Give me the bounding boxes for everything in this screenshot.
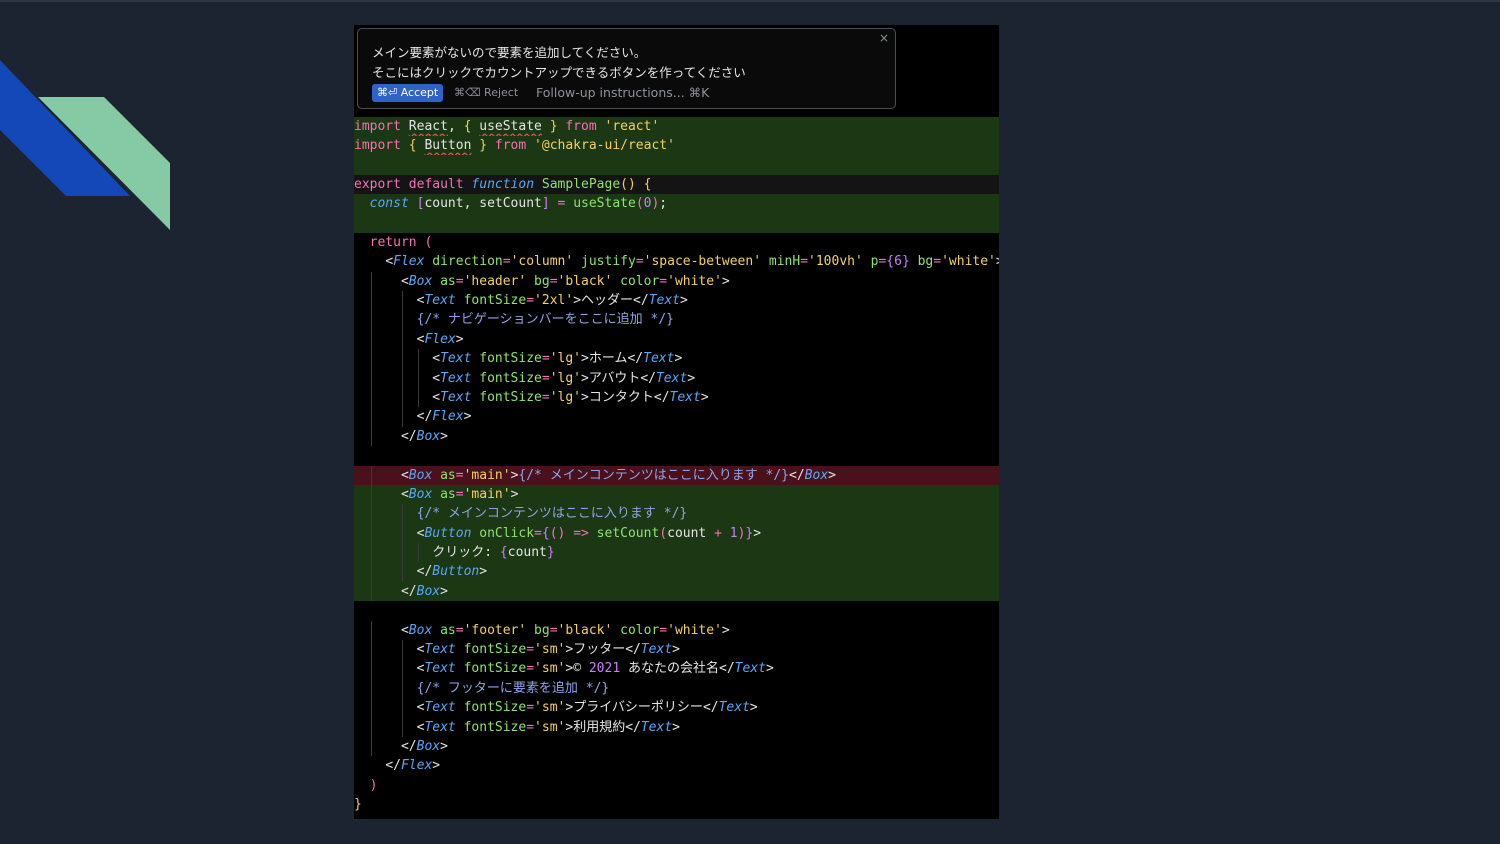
- indent-guide: [401, 543, 403, 563]
- indent-guide: [370, 368, 372, 388]
- code-line[interactable]: </Box>: [354, 737, 999, 757]
- code-line[interactable]: {/* メインコンテンツはここに入ります */}: [354, 504, 999, 524]
- indent-guide: [370, 484, 372, 505]
- code-line[interactable]: return (: [354, 233, 999, 252]
- code-line[interactable]: <Flex direction='column' justify='space-…: [354, 252, 999, 271]
- code-area[interactable]: import React, { useState } from 'react' i…: [354, 116, 999, 815]
- indent-guide: [401, 659, 403, 679]
- code-line[interactable]: <Text fontSize='lg'>アバウト</Text>: [354, 368, 999, 388]
- indent-guide: [401, 407, 403, 427]
- code-line[interactable]: </Box>: [354, 581, 999, 602]
- followup-instructions-input[interactable]: [536, 84, 876, 102]
- indent-guide: [370, 737, 372, 757]
- prompt-text-line-2: そこにはクリックでカウントアップできるボタンを作ってください: [372, 65, 746, 80]
- code-line[interactable]: クリック: {count}: [354, 543, 999, 563]
- code-line[interactable]: [354, 213, 999, 233]
- code-line[interactable]: <Text fontSize='lg'>ホーム</Text>: [354, 349, 999, 369]
- indent-guide: [370, 271, 372, 292]
- close-icon[interactable]: ×: [879, 31, 889, 45]
- indent-guide: [417, 368, 419, 388]
- code-line[interactable]: {/* ナビゲーションバーをここに追加 */}: [354, 310, 999, 330]
- indent-guide: [417, 543, 419, 563]
- indent-guide: [370, 310, 372, 330]
- indent-guide: [401, 310, 403, 330]
- code-line[interactable]: import React, { useState } from 'react': [354, 116, 999, 136]
- decorative-shapes: [0, 60, 170, 230]
- indent-guide: [401, 523, 403, 544]
- code-line[interactable]: import { Button } from '@chakra-ui/react…: [354, 135, 999, 156]
- indent-guide: [417, 387, 419, 408]
- code-line[interactable]: <Text fontSize='sm'>利用規約</Text>: [354, 717, 999, 737]
- code-line[interactable]: export default function SamplePage() {: [354, 174, 999, 195]
- indent-guide: [370, 659, 372, 679]
- top-rule: [0, 0, 1500, 2]
- indent-guide: [370, 620, 372, 641]
- reject-button[interactable]: ⌘⌫ Reject: [454, 84, 518, 102]
- code-line[interactable]: ): [354, 776, 999, 795]
- indent-guide: [401, 349, 403, 369]
- indent-guide: [370, 387, 372, 408]
- code-line[interactable]: </Flex>: [354, 756, 999, 775]
- indent-guide: [370, 678, 372, 699]
- code-line[interactable]: <Text fontSize='sm'>プライバシーポリシー</Text>: [354, 698, 999, 718]
- code-line[interactable]: <Text fontSize='sm'>フッター</Text>: [354, 640, 999, 660]
- indent-guide: [370, 465, 372, 485]
- indent-guide: [370, 504, 372, 524]
- code-line[interactable]: const [count, setCount] = useState(0);: [354, 194, 999, 214]
- code-line[interactable]: </Flex>: [354, 407, 999, 427]
- indent-guide: [417, 349, 419, 369]
- code-line[interactable]: <Box as='footer' bg='black' color='white…: [354, 620, 999, 641]
- code-line[interactable]: <Text fontSize='lg'>コンタクト</Text>: [354, 387, 999, 408]
- indent-guide: [370, 426, 372, 447]
- code-line[interactable]: [354, 155, 999, 175]
- indent-guide: [401, 717, 403, 737]
- code-line[interactable]: <Button onClick={() => setCount(count + …: [354, 523, 999, 544]
- indent-guide: [401, 640, 403, 660]
- indent-guide: [370, 640, 372, 660]
- code-line[interactable]: <Box as='main'>{/* メインコンテンツはここに入ります */}<…: [354, 465, 999, 485]
- code-line[interactable]: <Flex>: [354, 329, 999, 350]
- indent-guide: [401, 329, 403, 350]
- code-line[interactable]: </Box>: [354, 426, 999, 447]
- code-line[interactable]: }: [354, 795, 999, 814]
- code-line[interactable]: [354, 601, 999, 620]
- indent-guide: [370, 543, 372, 563]
- accept-button[interactable]: ⌘⏎ Accept: [372, 84, 444, 102]
- indent-guide: [370, 698, 372, 718]
- indent-guide: [401, 387, 403, 408]
- indent-guide: [370, 581, 372, 602]
- code-line[interactable]: <Box as='main'>: [354, 484, 999, 505]
- indent-guide: [401, 562, 403, 582]
- prompt-text-line-1: メイン要素がないので要素を追加してください。: [372, 45, 647, 60]
- indent-guide: [370, 562, 372, 582]
- indent-guide: [370, 523, 372, 544]
- code-line[interactable]: <Box as='header' bg='black' color='white…: [354, 271, 999, 292]
- code-line[interactable]: </Button>: [354, 562, 999, 582]
- code-line[interactable]: <Text fontSize='sm'>© 2021 あなたの会社名</Text…: [354, 659, 999, 679]
- indent-guide: [370, 291, 372, 311]
- inline-prompt-box: メイン要素がないので要素を追加してください。 そこにはクリックでカウントアップで…: [357, 28, 896, 109]
- code-line[interactable]: {/* フッターに要素を追加 */}: [354, 678, 999, 699]
- code-line[interactable]: <Text fontSize='2xl'>ヘッダー</Text>: [354, 291, 999, 311]
- indent-guide: [370, 329, 372, 350]
- indent-guide: [401, 368, 403, 388]
- indent-guide: [370, 407, 372, 427]
- code-line[interactable]: [354, 446, 999, 465]
- indent-guide: [401, 504, 403, 524]
- indent-guide: [401, 698, 403, 718]
- indent-guide: [370, 717, 372, 737]
- indent-guide: [370, 349, 372, 369]
- indent-guide: [401, 291, 403, 311]
- indent-guide: [401, 678, 403, 699]
- code-editor[interactable]: メイン要素がないので要素を追加してください。 そこにはクリックでカウントアップで…: [354, 25, 999, 819]
